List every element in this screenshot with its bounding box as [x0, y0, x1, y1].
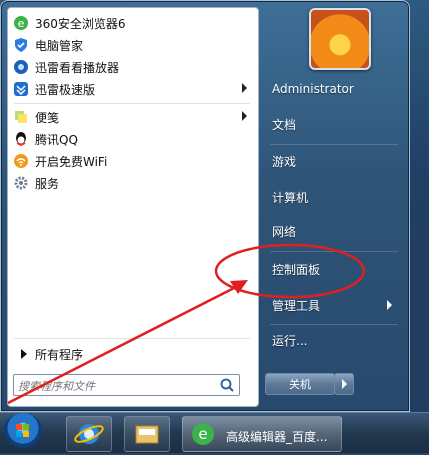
right-item-label: 文档 [272, 117, 297, 132]
pc-manager-icon [13, 37, 29, 53]
right-item-admin-tools[interactable]: 管理工具 [272, 294, 396, 316]
chevron-right-icon [242, 83, 247, 93]
360-browser-icon: e [192, 423, 214, 445]
right-item-label: 游戏 [272, 154, 297, 169]
program-label: 电脑管家 [35, 38, 84, 53]
triangle-right-icon [21, 349, 27, 359]
program-label: 开启免费WiFi [35, 154, 108, 169]
all-programs-button[interactable]: 所有程序 [13, 343, 253, 365]
right-item-label: 计算机 [272, 190, 309, 205]
program-pc-manager[interactable]: 电脑管家 [13, 34, 253, 56]
search-icon[interactable] [219, 377, 235, 393]
wifi-icon [13, 153, 29, 169]
divider [270, 324, 398, 325]
program-qq[interactable]: 腾讯QQ [13, 128, 253, 150]
right-item-control-panel[interactable]: 控制面板 [272, 258, 396, 280]
right-item-run[interactable]: 运行... [272, 329, 396, 351]
program-free-wifi[interactable]: 开启免费WiFi [13, 150, 253, 172]
divider [14, 338, 250, 339]
taskbar-explorer-button[interactable] [124, 416, 170, 452]
program-sticky-notes[interactable]: 便笺 [13, 106, 253, 128]
program-label: 迅雷极速版 [35, 82, 96, 97]
divider [14, 103, 250, 104]
search-box [13, 374, 240, 396]
right-item-label: 网络 [272, 224, 297, 239]
right-item-network[interactable]: 网络 [272, 220, 396, 242]
programs-pane: e 360安全浏览器6 电脑管家 迅雷看看播放器 迅雷极速版 便笺 腾讯QQ 开… [7, 7, 259, 407]
program-360-browser[interactable]: e 360安全浏览器6 [13, 12, 253, 34]
user-avatar[interactable] [309, 8, 371, 70]
chevron-right-icon [387, 300, 392, 310]
divider [270, 251, 398, 252]
taskbar-ie-button[interactable] [66, 416, 112, 452]
program-label: 360安全浏览器6 [35, 16, 126, 31]
program-label: 服务 [35, 176, 60, 191]
program-xunlei-fast[interactable]: 迅雷极速版 [13, 78, 253, 100]
right-item-label: 控制面板 [272, 262, 321, 277]
shutdown-button[interactable]: 关机 [265, 373, 335, 395]
right-item-label: 管理工具 [272, 298, 321, 313]
shutdown-label: 关机 [289, 378, 311, 391]
xunlei-player-icon [13, 59, 29, 75]
360-browser-icon: e [13, 15, 29, 31]
right-item-label: 运行... [272, 333, 308, 348]
right-item-computer[interactable]: 计算机 [272, 186, 396, 208]
program-label: 便笺 [35, 110, 60, 125]
right-item-administrator[interactable]: Administrator [272, 78, 396, 100]
all-programs-label: 所有程序 [35, 347, 84, 362]
sticky-notes-icon [13, 109, 29, 125]
program-label: 腾讯QQ [35, 132, 78, 147]
search-input[interactable] [14, 377, 217, 396]
internet-explorer-icon [74, 424, 104, 444]
shutdown-options-button[interactable] [334, 373, 354, 395]
xunlei-fast-icon [13, 81, 29, 97]
chevron-right-icon [242, 111, 247, 121]
right-item-games[interactable]: 游戏 [272, 150, 396, 172]
chevron-right-icon [342, 379, 347, 389]
windows-logo-icon [16, 424, 29, 437]
right-item-label: Administrator [272, 82, 354, 96]
taskbar-active-window-label: 高级编辑器_百度... [226, 430, 328, 444]
program-services[interactable]: 服务 [13, 172, 253, 194]
divider [270, 144, 398, 145]
services-icon [13, 175, 29, 191]
svg-text:e: e [198, 425, 207, 443]
program-xunlei-player[interactable]: 迅雷看看播放器 [13, 56, 253, 78]
program-label: 迅雷看看播放器 [35, 60, 120, 75]
folder-icon [135, 425, 159, 444]
qq-icon [13, 131, 29, 147]
right-item-documents[interactable]: 文档 [272, 113, 396, 135]
svg-text:e: e [18, 17, 25, 30]
